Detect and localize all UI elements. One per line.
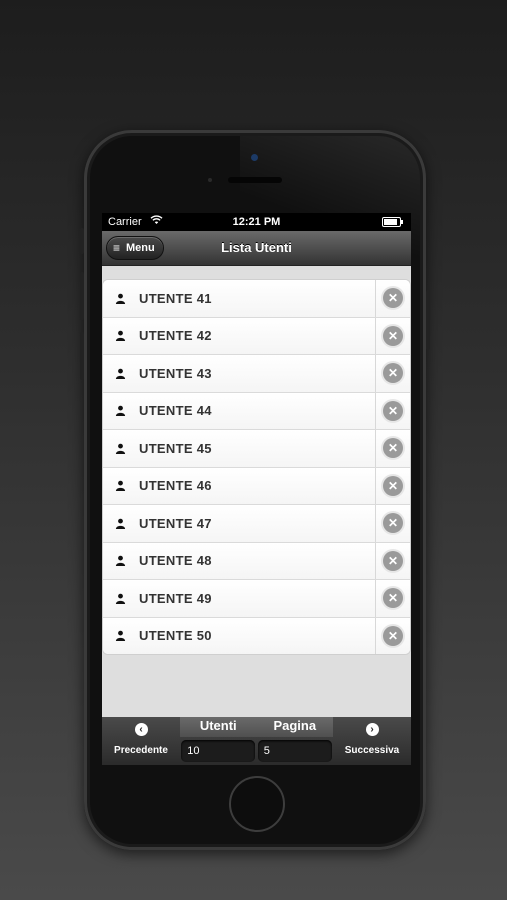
earpiece-speaker [228, 177, 282, 183]
delete-icon: ✕ [383, 438, 403, 459]
mute-switch [80, 228, 84, 254]
app-screen: Carrier 12:21 PM ≡ Menu Lista Utenti UTE… [102, 213, 411, 765]
home-button[interactable] [229, 776, 285, 832]
page-number-group: Pagina 5 [256, 717, 333, 765]
delete-user-button[interactable]: ✕ [375, 355, 410, 392]
user-icon [103, 518, 133, 529]
clock: 12:21 PM [232, 216, 281, 228]
delete-icon: ✕ [383, 400, 403, 421]
delete-icon: ✕ [383, 625, 403, 646]
user-icon [103, 630, 133, 642]
delete-user-button[interactable]: ✕ [375, 392, 410, 429]
user-list-item[interactable]: UTENTE 41 ✕ [103, 280, 410, 318]
user-name: UTENTE 50 [139, 628, 212, 644]
delete-user-button[interactable]: ✕ [375, 617, 410, 654]
delete-user-button[interactable]: ✕ [375, 542, 410, 579]
volume-up-button [80, 272, 84, 320]
user-list-item[interactable]: UTENTE 50 ✕ [103, 617, 410, 654]
proximity-sensor [208, 178, 212, 182]
user-list-item[interactable]: UTENTE 42 ✕ [103, 317, 410, 355]
front-camera [251, 154, 258, 161]
delete-icon: ✕ [383, 325, 403, 346]
users-per-page-group: Utenti 10 [180, 717, 257, 765]
user-name: UTENTE 48 [139, 553, 212, 569]
user-name: UTENTE 41 [139, 290, 212, 306]
user-list-item[interactable]: UTENTE 46 ✕ [103, 467, 410, 505]
user-icon [103, 405, 133, 417]
user-list-item[interactable]: UTENTE 43 ✕ [103, 355, 410, 393]
user-name: UTENTE 45 [139, 440, 212, 456]
page-number-input[interactable]: 5 [257, 740, 332, 762]
user-name: UTENTE 44 [139, 403, 212, 419]
delete-icon: ✕ [383, 363, 403, 384]
next-label: Successiva [344, 745, 400, 756]
user-list-item[interactable]: UTENTE 49 ✕ [103, 580, 410, 618]
delete-icon: ✕ [383, 475, 403, 496]
power-button [426, 290, 430, 350]
delete-icon: ✕ [383, 550, 403, 571]
page-title: Lista Utenti [221, 240, 292, 255]
user-name: UTENTE 49 [139, 590, 212, 606]
users-per-page-label: Utenti [180, 717, 257, 737]
delete-user-button[interactable]: ✕ [375, 505, 410, 542]
chevron-left-icon: ‹ [134, 723, 148, 736]
delete-user-button[interactable]: ✕ [375, 467, 410, 504]
user-icon [103, 555, 133, 567]
user-icon [103, 480, 133, 492]
user-name: UTENTE 46 [139, 478, 212, 494]
user-list-item[interactable]: UTENTE 47 ✕ [103, 505, 410, 543]
battery-icon [382, 217, 403, 227]
chevron-right-icon: › [365, 723, 379, 736]
user-icon [103, 593, 133, 604]
nav-header: ≡ Menu Lista Utenti [102, 231, 411, 266]
user-name: UTENTE 47 [139, 515, 212, 531]
user-list-item[interactable]: UTENTE 48 ✕ [103, 542, 410, 580]
user-icon [103, 293, 133, 304]
delete-user-button[interactable]: ✕ [375, 580, 410, 617]
user-icon [103, 330, 133, 342]
users-per-page-input[interactable]: 10 [181, 740, 256, 762]
prev-label: Precedente [114, 745, 168, 756]
status-bar: Carrier 12:21 PM [102, 213, 411, 231]
prev-button[interactable]: ‹ Precedente [102, 717, 180, 765]
next-button[interactable]: › Successiva [333, 717, 411, 765]
user-name: UTENTE 42 [139, 328, 212, 344]
volume-down-button [80, 332, 84, 380]
delete-user-button[interactable]: ✕ [375, 430, 410, 467]
user-list: UTENTE 41 ✕ UTENTE 42 ✕ UTENTE 43 ✕ UTENTE 44 ✕… [102, 279, 411, 655]
pagination-bar: ‹ Precedente Utenti 10 Pagina 5 › Succes… [102, 717, 411, 765]
user-list-item[interactable]: UTENTE 45 ✕ [103, 430, 410, 468]
user-icon [103, 443, 133, 454]
delete-icon: ✕ [383, 513, 403, 534]
user-list-item[interactable]: UTENTE 44 ✕ [103, 392, 410, 430]
delete-user-button[interactable]: ✕ [375, 317, 410, 354]
delete-icon: ✕ [383, 588, 403, 609]
delete-user-button[interactable]: ✕ [375, 280, 410, 317]
delete-icon: ✕ [383, 288, 403, 309]
user-icon [103, 368, 133, 379]
user-name: UTENTE 43 [139, 365, 212, 381]
page-number-label: Pagina [256, 717, 333, 737]
